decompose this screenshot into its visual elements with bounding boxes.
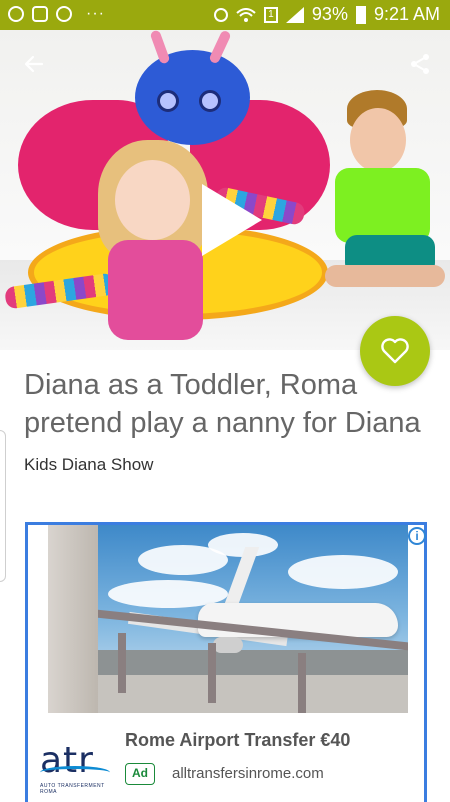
- plane-engine: [213, 637, 243, 653]
- wifi-icon: [236, 7, 256, 22]
- ad-domain[interactable]: alltransfersinrome.com: [172, 765, 324, 782]
- butterfly-head: [135, 50, 250, 145]
- boy-face: [350, 108, 406, 172]
- video-title: Diana as a Toddler, Roma pretend play a …: [24, 369, 421, 439]
- girl-body: [108, 240, 203, 340]
- video-thumbnail[interactable]: [0, 30, 450, 350]
- more-notifications-icon: ···: [86, 5, 105, 22]
- notification-icons: ···: [8, 5, 105, 23]
- system-icons: 1 93% 9:21 AM: [213, 4, 440, 25]
- alarm-icon: [213, 7, 228, 22]
- terminal-floor: [48, 675, 408, 713]
- boy-figure: [325, 90, 445, 310]
- ad-image[interactable]: [48, 525, 408, 713]
- logo-swoosh: [40, 766, 110, 779]
- battery-icon: [355, 5, 366, 24]
- ad-badge: Ad: [125, 763, 155, 785]
- gallery-icon: [32, 6, 48, 22]
- clock: 9:21 AM: [373, 4, 440, 24]
- status-bar: ··· 1 93% 9:21 AM: [0, 0, 450, 30]
- rail-post: [118, 633, 126, 693]
- logo-subtext: AUTO TRANSFERMENT ROMA: [40, 783, 105, 795]
- cloud: [288, 555, 398, 589]
- whatsapp-icon: [8, 6, 24, 22]
- butterfly-eye-left: [157, 90, 179, 112]
- signal-icon: [285, 6, 304, 23]
- plane-tail: [222, 547, 260, 609]
- boy-shirt: [335, 168, 430, 243]
- rail-post: [298, 653, 306, 713]
- battery-percent: 93%: [311, 4, 348, 24]
- terminal-wall: [48, 525, 98, 713]
- sim-icon: 1: [263, 6, 278, 23]
- rail-post: [208, 643, 216, 703]
- ad-card[interactable]: i atr AUTO TRANSFERMENT ROMA Rome Airpor…: [25, 522, 427, 802]
- share-icon[interactable]: [408, 52, 432, 76]
- chrome-icon: [56, 6, 72, 22]
- play-icon[interactable]: [196, 180, 266, 260]
- butterfly-eye-right: [199, 90, 221, 112]
- side-drawer-handle[interactable]: [0, 430, 6, 582]
- info-icon[interactable]: i: [408, 527, 426, 545]
- back-arrow-icon[interactable]: [22, 52, 46, 76]
- channel-name[interactable]: Kids Diana Show: [24, 455, 153, 475]
- girl-face: [115, 160, 190, 240]
- advertiser-logo: atr AUTO TRANSFERMENT ROMA: [40, 740, 118, 800]
- heart-icon: [381, 338, 409, 364]
- boy-legs: [325, 265, 445, 287]
- ad-headline[interactable]: Rome Airport Transfer €40: [125, 730, 350, 751]
